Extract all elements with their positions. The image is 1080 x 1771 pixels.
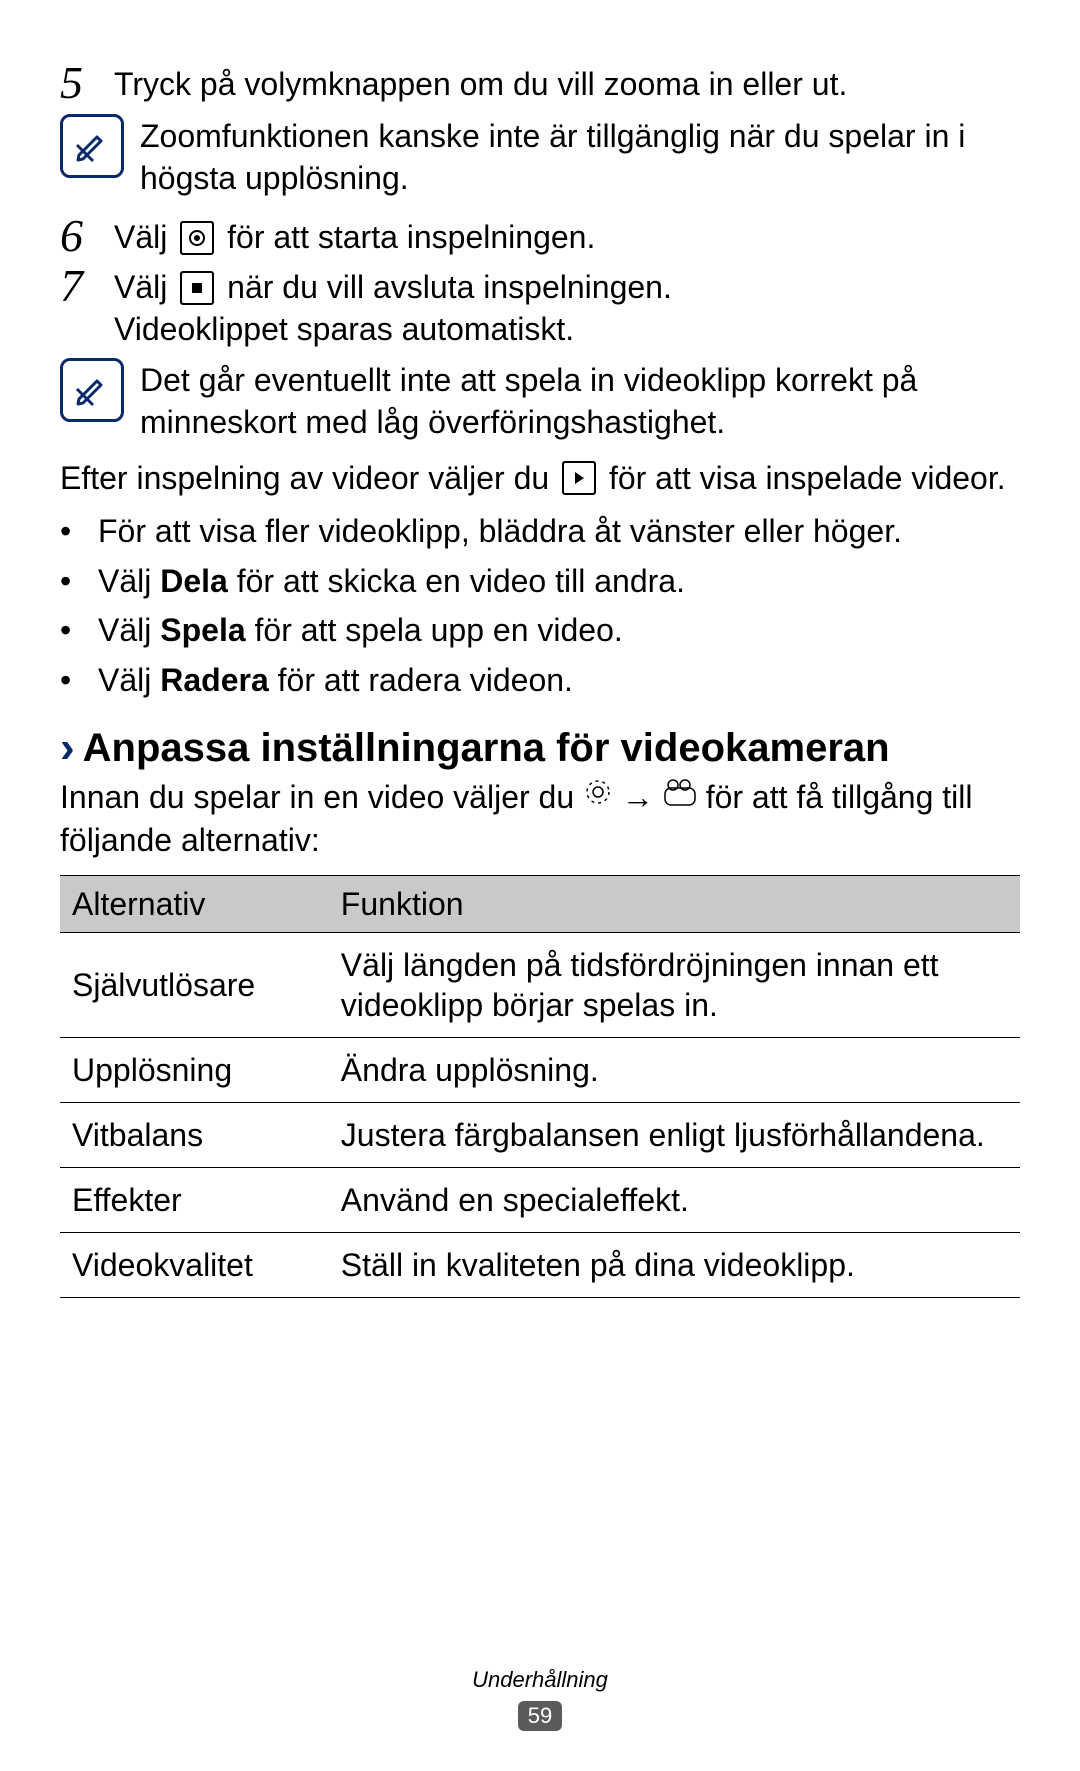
intro-arrow: →	[622, 779, 663, 815]
table-header-row: Alternativ Funktion	[60, 876, 1020, 933]
table-row: Upplösning Ändra upplösning.	[60, 1038, 1020, 1103]
step-text: Välj när du vill avsluta inspelningen. V…	[114, 263, 672, 350]
cell-function: Justera färgbalansen enligt ljusförhålla…	[329, 1103, 1020, 1168]
chevron-icon: ›	[60, 726, 75, 770]
cell-function: Ändra upplösning.	[329, 1038, 1020, 1103]
text-mid: när du vill avsluta inspelningen.	[227, 269, 672, 305]
cell-option: Upplösning	[60, 1038, 329, 1103]
after-recording-para: Efter inspelning av videor väljer du för…	[60, 458, 1020, 500]
list-text: Välj Spela för att spela upp en video.	[98, 610, 623, 652]
heading-text: Anpassa inställningarna för videokameran	[83, 726, 890, 771]
record-icon	[180, 221, 214, 255]
step-7: 7 Välj när du vill avsluta inspelningen.…	[60, 263, 1020, 350]
table-row: Självutlösare Välj längden på tidsfördrö…	[60, 933, 1020, 1038]
play-icon	[562, 461, 596, 495]
cell-function: Välj längden på tidsfördröjningen innan …	[329, 933, 1020, 1038]
list-item: • Välj Radera för att radera videon.	[60, 660, 1020, 702]
bullet-dot: •	[60, 660, 84, 702]
section-heading: › Anpassa inställningarna för videokamer…	[60, 726, 1020, 771]
list-text: För att visa fler videoklipp, bläddra åt…	[98, 511, 902, 553]
note-zoom: Zoomfunktionen kanske inte är tillgängli…	[60, 110, 1020, 199]
text-pre: Välj	[114, 269, 176, 305]
footer-page-number: 59	[518, 1701, 562, 1731]
list-text: Välj Dela för att skicka en video till a…	[98, 561, 685, 603]
videocamera-icon	[663, 776, 697, 818]
table-row: Vitbalans Justera färgbalansen enligt lj…	[60, 1103, 1020, 1168]
cell-option: Videokvalitet	[60, 1233, 329, 1298]
note-text: Zoomfunktionen kanske inte är tillgängli…	[140, 110, 1020, 199]
step-5: 5 Tryck på volymknappen om du vill zooma…	[60, 60, 1020, 106]
step-number: 5	[60, 60, 98, 106]
pen-icon	[71, 125, 113, 167]
text-post: för att starta inspelningen.	[227, 219, 595, 255]
text-line2: Videoklippet sparas automatiskt.	[114, 311, 574, 347]
step-number: 6	[60, 213, 98, 259]
text-post: för att visa inspelade videor.	[609, 460, 1006, 496]
cell-option: Vitbalans	[60, 1103, 329, 1168]
note-text: Det går eventuellt inte att spela in vid…	[140, 354, 1020, 443]
text-pre: Efter inspelning av videor väljer du	[60, 460, 558, 496]
options-table: Alternativ Funktion Självutlösare Välj l…	[60, 875, 1020, 1298]
note-icon	[60, 358, 124, 422]
text-pre: Välj	[114, 219, 176, 255]
cell-option: Självutlösare	[60, 933, 329, 1038]
pen-icon	[71, 369, 113, 411]
bullet-dot: •	[60, 561, 84, 603]
header-funktion: Funktion	[329, 876, 1020, 933]
list-item: • För att visa fler videoklipp, bläddra …	[60, 511, 1020, 553]
list-item: • Välj Dela för att skicka en video till…	[60, 561, 1020, 603]
bullet-dot: •	[60, 511, 84, 553]
bullet-list: • För att visa fler videoklipp, bläddra …	[60, 511, 1020, 701]
table-row: Videokvalitet Ställ in kvaliteten på din…	[60, 1233, 1020, 1298]
step-text: Tryck på volymknappen om du vill zooma i…	[114, 60, 847, 106]
list-item: • Välj Spela för att spela upp en video.	[60, 610, 1020, 652]
page-footer: Underhållning 59	[60, 1627, 1020, 1731]
intro-pre: Innan du spelar in en video väljer du	[60, 779, 583, 815]
step-number: 7	[60, 263, 98, 350]
intro-para: Innan du spelar in en video väljer du →	[60, 777, 1020, 862]
header-alternativ: Alternativ	[60, 876, 329, 933]
stop-icon	[180, 271, 214, 305]
cell-function: Ställ in kvaliteten på dina videoklipp.	[329, 1233, 1020, 1298]
note-icon	[60, 114, 124, 178]
note-memory: Det går eventuellt inte att spela in vid…	[60, 354, 1020, 443]
list-text: Välj Radera för att radera videon.	[98, 660, 573, 702]
cell-option: Effekter	[60, 1168, 329, 1233]
gear-icon	[583, 776, 613, 818]
step-6: 6 Välj för att starta inspelningen.	[60, 213, 1020, 259]
page-content: 5 Tryck på volymknappen om du vill zooma…	[60, 60, 1020, 1627]
bullet-dot: •	[60, 610, 84, 652]
step-text: Välj för att starta inspelningen.	[114, 213, 595, 259]
footer-category: Underhållning	[60, 1667, 1020, 1693]
document-page: 5 Tryck på volymknappen om du vill zooma…	[0, 0, 1080, 1771]
table-row: Effekter Använd en specialeffekt.	[60, 1168, 1020, 1233]
cell-function: Använd en specialeffekt.	[329, 1168, 1020, 1233]
